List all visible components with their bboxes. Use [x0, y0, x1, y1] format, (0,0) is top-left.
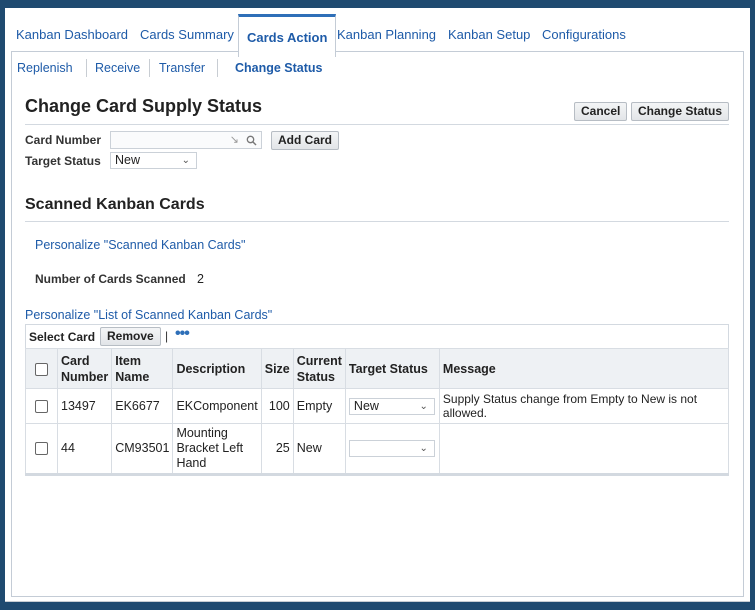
header-item-name[interactable]: Item Name	[111, 348, 174, 389]
subtab-change-status[interactable]: Change Status	[235, 61, 323, 75]
subtab-divider	[86, 59, 87, 77]
target-status-value: New	[115, 153, 141, 167]
more-dots-icon[interactable]: •••	[175, 325, 190, 343]
chevron-down-icon: ⌄	[419, 443, 428, 454]
target-status-cell: ⌄	[344, 423, 440, 475]
section-divider	[25, 221, 729, 222]
subtab-receive[interactable]: Receive	[95, 61, 140, 75]
size-cell: 25	[260, 423, 294, 475]
subtab-transfer[interactable]: Transfer	[159, 61, 205, 75]
toolbar-separator: |	[165, 329, 169, 343]
main-tabs: Kanban Dashboard Cards Summary Cards Act…	[5, 14, 750, 58]
scan-arrow-icon: ↘	[229, 134, 239, 146]
subtab-replenish[interactable]: Replenish	[17, 61, 73, 75]
page-title: Change Card Supply Status	[25, 96, 263, 116]
add-card-button[interactable]: Add Card	[271, 131, 339, 150]
card-number-cell: 13497	[56, 388, 113, 424]
size-cell: 100	[260, 388, 294, 424]
personalize-scanned-link[interactable]: Personalize "Scanned Kanban Cards"	[35, 238, 245, 252]
table-header-row: Card Number Item Name Description Size C…	[25, 348, 730, 389]
item-name-cell: EK6677	[111, 388, 174, 424]
card-number-label: Card Number	[25, 133, 102, 147]
scanned-section-title: Scanned Kanban Cards	[25, 196, 205, 213]
tab-kanban-dashboard[interactable]: Kanban Dashboard	[16, 27, 128, 42]
header-message[interactable]: Message	[438, 348, 730, 389]
row-checkbox[interactable]	[35, 442, 48, 456]
table-row: 13497 EK6677 EKComponent 100 Empty New ⌄…	[25, 388, 730, 424]
select-card-label: Select Card	[29, 330, 96, 344]
cards-scanned-count: 2	[197, 272, 204, 286]
personalize-list-link[interactable]: Personalize "List of Scanned Kanban Card…	[25, 308, 272, 322]
current-status-cell: Empty	[292, 388, 346, 424]
description-cell: Mounting Bracket Left Hand	[172, 423, 262, 475]
description-cell: EKComponent	[172, 388, 262, 424]
title-divider	[25, 124, 729, 125]
scanned-cards-table: Card Number Item Name Description Size C…	[25, 348, 730, 476]
search-icon[interactable]	[246, 135, 257, 146]
card-number-input[interactable]: ↘	[110, 131, 262, 149]
subtab-divider	[217, 59, 218, 77]
card-number-cell: 44	[56, 423, 113, 475]
remove-button[interactable]: Remove	[100, 327, 161, 346]
table-toolbar: Select Card Remove | •••	[25, 324, 729, 348]
tab-cards-action[interactable]: Cards Action	[238, 14, 337, 57]
target-status-select[interactable]: New ⌄	[110, 152, 197, 169]
tab-configurations[interactable]: Configurations	[542, 27, 626, 42]
application-frame: Kanban Dashboard Cards Summary Cards Act…	[5, 8, 750, 602]
header-description[interactable]: Description	[172, 348, 262, 389]
header-current-status[interactable]: Current Status	[292, 348, 346, 389]
row-checkbox[interactable]	[35, 399, 48, 413]
row-select-cell	[25, 423, 58, 475]
tab-cards-summary[interactable]: Cards Summary	[140, 27, 234, 42]
current-status-cell: New	[292, 423, 346, 475]
row-select-cell	[25, 388, 58, 424]
tab-kanban-setup[interactable]: Kanban Setup	[448, 27, 530, 42]
header-size[interactable]: Size	[260, 348, 294, 389]
row-target-status-select[interactable]: ⌄	[348, 440, 435, 457]
tab-kanban-planning[interactable]: Kanban Planning	[337, 27, 436, 42]
cards-scanned-label: Number of Cards Scanned	[35, 272, 186, 286]
change-status-button[interactable]: Change Status	[631, 102, 730, 121]
message-cell: Supply Status change from Empty to New i…	[438, 388, 730, 424]
header-target-status[interactable]: Target Status	[344, 348, 440, 389]
row-target-status-select[interactable]: New ⌄	[348, 397, 435, 415]
item-name-cell: CM93501	[111, 423, 174, 475]
subtab-divider	[149, 59, 150, 77]
target-status-label: Target Status	[25, 154, 101, 168]
select-all-header	[25, 348, 58, 389]
cancel-button[interactable]: Cancel	[574, 102, 628, 121]
target-status-cell: New ⌄	[344, 388, 440, 424]
chevron-down-icon: ⌄	[419, 400, 428, 412]
row-target-status-value: New	[353, 398, 379, 413]
select-all-checkbox[interactable]	[35, 362, 48, 376]
header-card-number[interactable]: Card Number	[56, 348, 113, 389]
message-cell	[438, 423, 730, 475]
chevron-down-icon: ⌄	[181, 155, 190, 166]
table-row: 44 CM93501 Mounting Bracket Left Hand 25…	[25, 423, 730, 475]
